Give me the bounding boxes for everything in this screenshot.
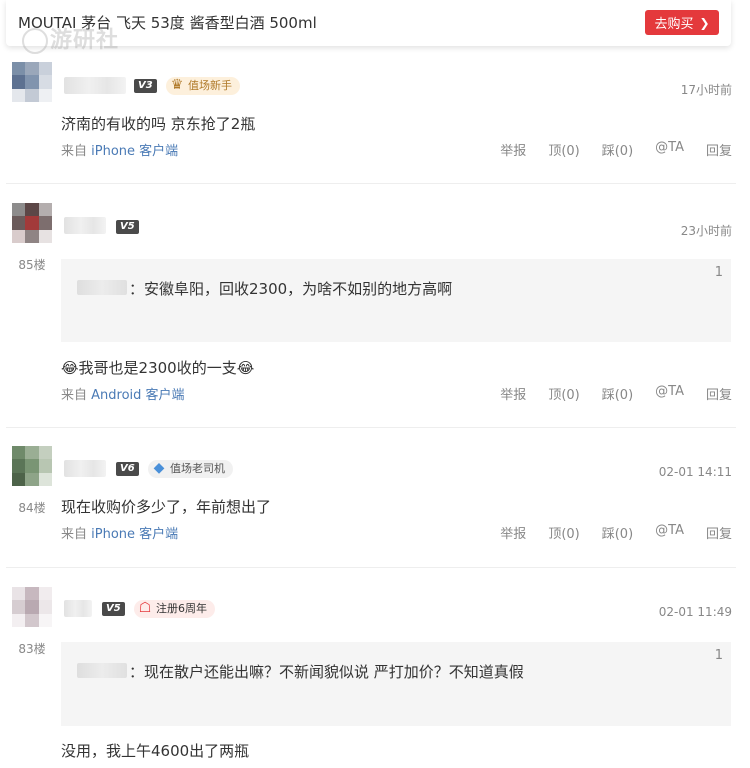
- rank-badge: ☖ 注册6周年: [134, 600, 215, 618]
- comment-text: 现在收购价多少了，年前想出了: [61, 498, 272, 516]
- reply-button[interactable]: 回复: [706, 140, 732, 159]
- comment-time: 02-01 14:11: [658, 465, 732, 479]
- report-button[interactable]: 举报: [500, 523, 526, 542]
- avatar[interactable]: [12, 446, 52, 486]
- username-blurred[interactable]: [64, 600, 92, 617]
- chevron-right-icon: ❯: [699, 15, 710, 30]
- quote-floor-number: 1: [714, 265, 723, 280]
- comment-time: 17小时前: [680, 83, 732, 97]
- buy-button-label: 去购买: [654, 17, 694, 32]
- upvote-button[interactable]: 顶(0): [548, 523, 579, 542]
- upvote-button[interactable]: 顶(0): [548, 384, 579, 403]
- mention-button[interactable]: @TA: [655, 523, 684, 542]
- level-badge: V5: [102, 602, 125, 616]
- username-blurred[interactable]: [64, 217, 106, 234]
- rank-badge: ◆ 值场老司机: [148, 460, 233, 478]
- quoted-text: ：现在散户还能出嘛？不新闻貌似说 严打加价？不知道真假: [129, 663, 524, 681]
- comment-text: 😂我哥也是2300收的一支😂: [61, 359, 255, 377]
- report-button[interactable]: 举报: [500, 140, 526, 159]
- quoted-comment: ：安徽阜阳，回收2300，为啥不如别的地方高啊 1: [61, 259, 731, 342]
- level-badge: V3: [134, 79, 157, 93]
- reply-button[interactable]: 回复: [706, 523, 732, 542]
- quoted-comment: ：现在散户还能出嘛？不新闻貌似说 严打加价？不知道真假 1: [61, 642, 731, 726]
- quoted-username-blurred: [77, 280, 127, 295]
- comment-actions: 举报 顶(0) 踩(0) @TA 回复: [500, 140, 732, 159]
- floor-number: 84楼: [18, 501, 46, 515]
- divider: [6, 427, 736, 428]
- level-badge: V5: [116, 220, 139, 234]
- comment-actions: 举报 顶(0) 踩(0) @TA 回复: [500, 523, 732, 542]
- username-blurred[interactable]: [64, 460, 106, 477]
- username-blurred[interactable]: [64, 77, 126, 94]
- comment-time: 23小时前: [680, 224, 732, 238]
- avatar[interactable]: [12, 203, 52, 243]
- divider: [6, 183, 736, 184]
- product-title[interactable]: MOUTAI 茅台 飞天 53度 酱香型白酒 500ml: [18, 12, 317, 33]
- mention-button[interactable]: @TA: [655, 140, 684, 159]
- report-button[interactable]: 举报: [500, 384, 526, 403]
- reply-button[interactable]: 回复: [706, 384, 732, 403]
- quoted-text: ：安徽阜阳，回收2300，为啥不如别的地方高啊: [129, 280, 453, 298]
- quote-floor-number: 1: [714, 648, 723, 663]
- device-link[interactable]: Android 客户端: [91, 388, 184, 403]
- comment-text: 济南的有收的吗 京东抢了2瓶: [61, 115, 256, 133]
- divider: [6, 567, 736, 568]
- cake-icon: ☖: [138, 600, 152, 616]
- floor-number: 85楼: [18, 258, 46, 272]
- comment-text: 没用，我上午4600出了两瓶: [61, 742, 250, 760]
- diamond-icon: ◆: [153, 460, 165, 476]
- floor-number: 83楼: [18, 642, 46, 656]
- level-badge: V6: [116, 462, 139, 476]
- downvote-button[interactable]: 踩(0): [602, 523, 633, 542]
- quoted-username-blurred: [77, 663, 127, 678]
- upvote-button[interactable]: 顶(0): [548, 140, 579, 159]
- downvote-button[interactable]: 踩(0): [602, 384, 633, 403]
- rank-badge: ♛ 值场新手: [166, 77, 240, 95]
- comment-source: 来自 Android 客户端: [61, 388, 185, 403]
- laughing-emoji-icon: 😂: [61, 359, 79, 377]
- device-link[interactable]: iPhone 客户端: [91, 527, 178, 542]
- comment-source: 来自 iPhone 客户端: [61, 527, 179, 542]
- avatar[interactable]: [12, 62, 52, 102]
- laughing-emoji-icon: 😂: [236, 359, 255, 377]
- comment-actions: 举报 顶(0) 踩(0) @TA 回复: [500, 384, 732, 403]
- product-bar: MOUTAI 茅台 飞天 53度 酱香型白酒 500ml 去购买 ❯: [6, 0, 731, 46]
- downvote-button[interactable]: 踩(0): [602, 140, 633, 159]
- avatar[interactable]: [12, 587, 52, 627]
- crown-icon: ♛: [170, 77, 184, 93]
- comment-time: 02-01 11:49: [658, 605, 732, 619]
- buy-button[interactable]: 去购买 ❯: [645, 10, 719, 35]
- mention-button[interactable]: @TA: [655, 384, 684, 403]
- comment-source: 来自 iPhone 客户端: [61, 144, 179, 159]
- device-link[interactable]: iPhone 客户端: [91, 144, 178, 159]
